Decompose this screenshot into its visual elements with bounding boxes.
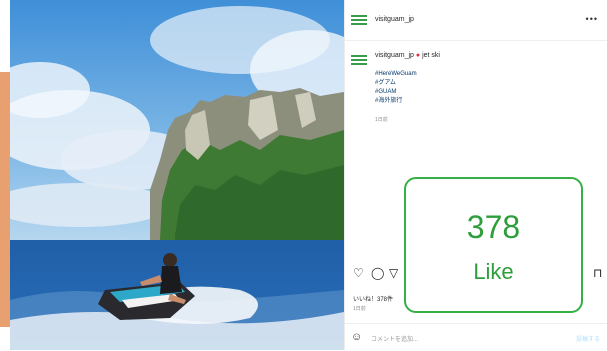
account-logo-icon — [351, 15, 367, 25]
location-pin-icon: ● — [415, 52, 421, 59]
callout-like-count: 378 — [466, 209, 521, 245]
hashtag[interactable]: #グアム — [375, 79, 417, 88]
caption-username[interactable]: visitguam_jp — [375, 52, 414, 59]
post-comment-button[interactable]: 投稿する — [576, 334, 600, 343]
comment-input[interactable]: コメントを追加... — [371, 334, 418, 343]
more-horizontal-icon[interactable]: ••• — [586, 14, 598, 24]
post-username[interactable]: visitguam_jp — [375, 16, 414, 23]
hashtag[interactable]: #海外旅行 — [375, 97, 417, 106]
send-icon[interactable]: ▽ — [389, 266, 398, 280]
side-accent-strip — [0, 72, 10, 327]
caption-time: 1日前 — [375, 117, 388, 123]
hashtag[interactable]: #GUAM — [375, 88, 417, 97]
caption-line: visitguam_jp ● jet ski — [375, 52, 440, 59]
smile-icon[interactable]: ☺ — [351, 331, 362, 343]
heart-icon[interactable]: ♡ — [353, 266, 364, 280]
post-date: 1日前 — [353, 306, 366, 312]
caption-logo-icon — [351, 55, 367, 65]
jet-ski-photo — [10, 0, 344, 350]
post-header: visitguam_jp ••• — [345, 0, 607, 41]
callout-like-label: Like — [473, 259, 514, 284]
instagram-post-frame: visitguam_jp ••• visitguam_jp ● jet ski … — [0, 0, 607, 350]
comment-bar: ☺ コメントを追加... 投稿する — [345, 323, 607, 351]
likes-count[interactable]: いいね！378件 — [353, 294, 393, 303]
caption-location[interactable]: jet ski — [422, 52, 440, 59]
bookmark-icon[interactable]: ⊓ — [593, 266, 602, 280]
like-count-callout: 378 Like — [404, 177, 583, 313]
hashtag-list: #HereWeGuam #グアム #GUAM #海外旅行 — [375, 70, 417, 106]
hashtag[interactable]: #HereWeGuam — [375, 70, 417, 79]
comment-icon[interactable]: ◯ — [371, 266, 384, 280]
post-photo[interactable] — [10, 0, 344, 350]
